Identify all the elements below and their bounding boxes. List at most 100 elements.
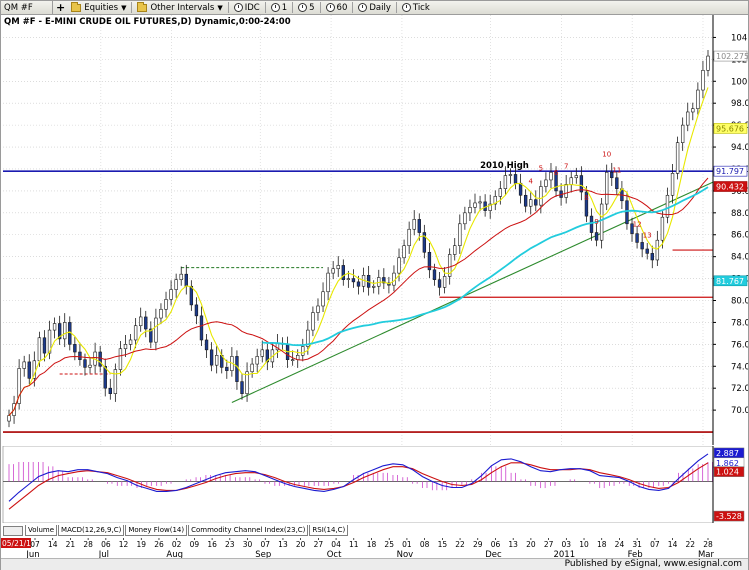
interval-button-daily[interactable]: Daily (355, 1, 394, 15)
tab-cci[interactable]: Commodity Channel Index(23,C) (188, 525, 309, 536)
price-candle (696, 89, 700, 109)
interval-label: 1 (281, 2, 288, 13)
price-candle (397, 257, 401, 274)
price-candle (564, 184, 568, 198)
value-box: 95.676 (713, 123, 748, 134)
month-label: Mar (698, 550, 715, 558)
price-candle (625, 200, 629, 225)
interval-button-1[interactable]: 1 (268, 1, 290, 15)
price-candle (453, 245, 457, 255)
add-button[interactable]: + (53, 1, 68, 15)
date-tick-label: 12 (119, 540, 129, 549)
tab-label: Money Flow(14) (128, 526, 185, 534)
price-candle (478, 201, 482, 204)
symbol-box[interactable]: QM #F (1, 0, 53, 15)
price-candle (169, 289, 173, 300)
date-tick-label: 09 (190, 540, 200, 549)
price-candle (660, 216, 665, 241)
tab-money-flow[interactable]: Money Flow(14) (125, 525, 188, 536)
toolbar-divider (131, 2, 133, 13)
price-candle (179, 273, 183, 280)
price-candle (599, 203, 604, 241)
price-candle (52, 323, 57, 331)
price-candle (336, 265, 340, 270)
date-tick-label: 15 (438, 540, 448, 549)
price-candle (412, 219, 416, 230)
tab-macd[interactable]: MACD(12,26,9,C) (58, 525, 125, 536)
date-tick-label: 18 (597, 540, 607, 549)
seq-label: 11 (612, 167, 621, 175)
interval-button-idc[interactable]: IDC (231, 1, 263, 15)
price-candle (301, 346, 305, 356)
price-candle (650, 253, 654, 261)
price-candle (154, 317, 158, 343)
price-candle (37, 337, 42, 362)
date-tick-label: 31 (632, 540, 642, 549)
tab-rsi[interactable]: RSI(14,C) (309, 525, 349, 536)
equities-label: Equities (84, 2, 119, 13)
interval-button-5[interactable]: 5 (295, 1, 317, 15)
price-candle (133, 325, 138, 341)
price-candle (503, 175, 508, 190)
interval-button-tick[interactable]: Tick (399, 1, 433, 15)
other-intervals-menu[interactable]: Other Intervals ▼ (134, 1, 225, 15)
price-candle (240, 381, 244, 394)
price-tick-label: 94.00 (731, 143, 748, 153)
price-candle (402, 245, 406, 259)
toolbar-divider (227, 2, 229, 13)
price-candle (174, 279, 178, 290)
price-candle (437, 279, 442, 288)
price-tick-label: 78.00 (731, 318, 748, 328)
price-candle (326, 272, 330, 293)
interval-label: Tick (412, 2, 430, 13)
date-tick-label: 07 (260, 540, 270, 549)
date-tick-label: 16 (207, 540, 217, 549)
price-candle (706, 55, 710, 71)
interval-button-60[interactable]: 60 (323, 1, 351, 15)
price-tick-label: 74.00 (731, 362, 748, 372)
publisher-credit: Published by eSignal, www.esignal.com (564, 559, 742, 569)
price-tick-label: 100.00 (731, 77, 748, 87)
macd-value-label: -3.528 (716, 512, 742, 521)
value-box: 81.767 (713, 275, 748, 287)
price-candle (78, 351, 82, 360)
macd-panel[interactable]: 2.8871.8621.024-3.528 (1, 446, 748, 523)
study-tabs-scroll[interactable] (3, 526, 23, 536)
chart-title: QM #F - E-MINI CRUDE OIL FUTURES,D) Dyna… (4, 17, 291, 27)
price-candle (544, 179, 548, 187)
other-intervals-label: Other Intervals (150, 2, 215, 13)
price-tick-label: 84.00 (731, 253, 748, 263)
month-label: Jul (98, 550, 109, 558)
seq-label: 5 (539, 165, 543, 173)
date-tick-label: 24 (615, 540, 625, 549)
price-candle (184, 273, 188, 287)
tab-volume[interactable]: Volume (25, 525, 58, 536)
date-tick-label: 28 (83, 540, 93, 549)
macd-plot-area (2, 446, 714, 523)
value-box-label: 95.676 (716, 124, 744, 133)
equities-menu[interactable]: Equities ▼ (68, 1, 129, 15)
clock-icon (358, 3, 368, 12)
price-candle (73, 344, 77, 353)
price-chart[interactable]: 70.0072.0074.0076.0078.0080.0082.0084.00… (1, 15, 748, 445)
price-candle (442, 276, 447, 288)
price-candle (605, 171, 609, 205)
seq-label: 10 (602, 150, 611, 158)
price-candle (463, 212, 467, 225)
price-candle (7, 415, 11, 422)
macd-value-label: 2.887 (716, 449, 739, 458)
seq-label: 13 (643, 231, 652, 239)
price-candle (549, 171, 553, 181)
tab-label: RSI(14,C) (312, 526, 346, 534)
interval-label: IDC (244, 2, 260, 13)
price-candle (214, 355, 219, 366)
price-candle (42, 337, 47, 354)
seq-label: 7 (564, 162, 568, 170)
price-tick-label: 86.00 (731, 231, 748, 241)
price-candle (331, 268, 335, 274)
folder-icon (71, 1, 82, 12)
date-tick-label: 03 (562, 540, 572, 549)
date-tick-label: 27 (544, 540, 554, 549)
price-grid (3, 15, 713, 445)
price-candle (194, 304, 199, 317)
